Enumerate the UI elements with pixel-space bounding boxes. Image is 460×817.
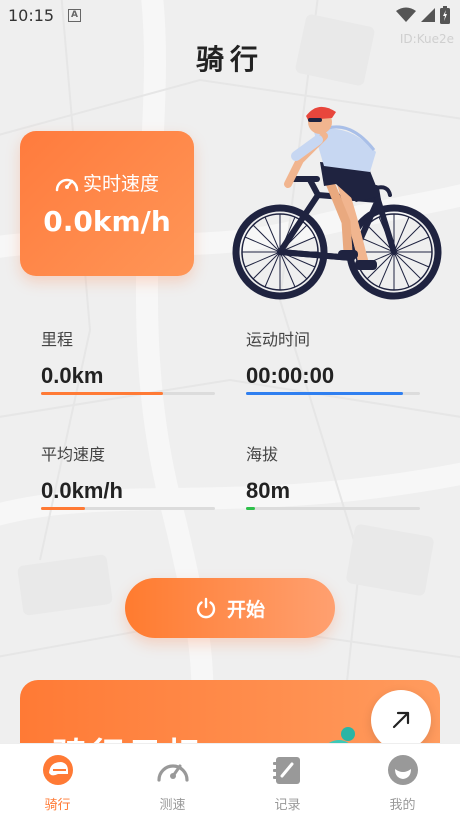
battery-icon — [440, 6, 450, 24]
wifi-icon — [396, 7, 416, 22]
tab-label: 测速 — [159, 798, 186, 813]
tab-riding[interactable]: 骑行 — [0, 744, 115, 817]
power-icon — [196, 597, 216, 619]
metric-progress-track — [246, 507, 420, 510]
metric-value: 80m — [246, 478, 291, 503]
speedometer-icon — [55, 178, 79, 191]
tab-profile[interactable]: 我的 — [345, 744, 460, 817]
metric-progress-track — [246, 392, 420, 395]
speed-value: 0.0km/h — [43, 205, 171, 238]
metric-altitude: 海拔 80m — [246, 441, 420, 510]
metric-progress-fill — [246, 507, 255, 510]
arrow-up-right-icon — [392, 711, 410, 729]
tab-label: 我的 — [389, 798, 416, 813]
metric-progress-track — [41, 392, 215, 395]
metric-duration: 运动时间 00:00:00 — [246, 326, 420, 395]
goal-open-button[interactable] — [371, 690, 431, 750]
helmet-icon — [42, 755, 73, 785]
metric-value: 0.0km — [41, 363, 104, 388]
cyclist-illustration — [232, 106, 442, 300]
page-title: 骑行 — [195, 43, 264, 76]
metric-label: 运动时间 — [246, 330, 311, 349]
metric-progress-fill — [41, 507, 85, 510]
speed-label-row: 实时速度 — [20, 169, 194, 196]
tab-label: 骑行 — [44, 798, 71, 813]
notebook-icon — [272, 757, 300, 784]
speedometer-icon — [156, 764, 189, 782]
notification-icon: A — [68, 9, 81, 22]
speed-label: 实时速度 — [82, 173, 159, 195]
signal-icon — [421, 8, 435, 22]
metric-label: 里程 — [41, 330, 74, 349]
start-button-label: 开始 — [226, 598, 265, 621]
metric-value: 0.0km/h — [41, 478, 123, 503]
bottom-tab-bar: 骑行 测速 记录 我的 — [0, 743, 460, 817]
tab-label: 记录 — [274, 798, 301, 813]
metric-progress-track — [41, 507, 215, 510]
metric-average-speed: 平均速度 0.0km/h — [41, 441, 215, 510]
metric-progress-fill — [246, 392, 403, 395]
realtime-speed-card: 实时速度 0.0km/h — [20, 131, 194, 276]
metric-label: 海拔 — [246, 445, 279, 464]
metric-distance: 里程 0.0km — [41, 326, 215, 395]
status-bar: 10:15 A — [0, 0, 460, 30]
start-button[interactable]: 开始 — [125, 578, 335, 638]
status-time: 10:15 — [8, 6, 55, 25]
tab-records[interactable]: 记录 — [230, 744, 345, 817]
tab-speed[interactable]: 测速 — [115, 744, 230, 817]
metric-progress-fill — [41, 392, 163, 395]
metric-value: 00:00:00 — [246, 363, 335, 388]
metric-label: 平均速度 — [41, 445, 106, 464]
profile-icon — [387, 755, 418, 785]
status-icons — [396, 6, 450, 24]
